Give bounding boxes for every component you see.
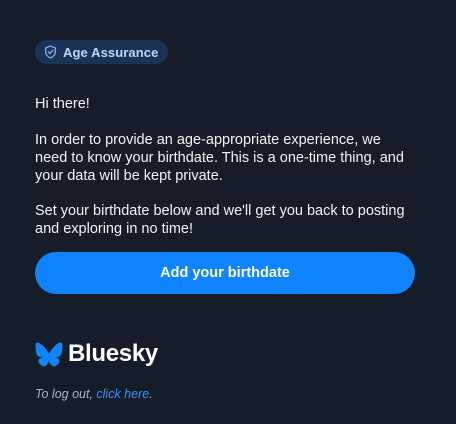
age-assurance-badge: Age Assurance [35, 40, 169, 64]
brand-name: Bluesky [68, 340, 158, 367]
add-birthdate-button[interactable]: Add your birthdate [35, 252, 415, 294]
logout-text: To log out, click here. [35, 387, 153, 401]
shield-check-icon [45, 45, 56, 59]
info-paragraph: In order to provide an age-appropriate e… [35, 132, 404, 184]
greeting-text: Hi there! [35, 96, 90, 112]
instruction-paragraph: Set your birthdate below and we'll get y… [35, 203, 405, 237]
logout-suffix: . [149, 387, 153, 401]
logout-link[interactable]: click here [96, 387, 149, 401]
logout-prefix: To log out, [35, 387, 97, 401]
badge-label: Age Assurance [63, 44, 159, 60]
brand-logo: Bluesky [35, 340, 158, 368]
butterfly-logo-icon [35, 342, 63, 366]
